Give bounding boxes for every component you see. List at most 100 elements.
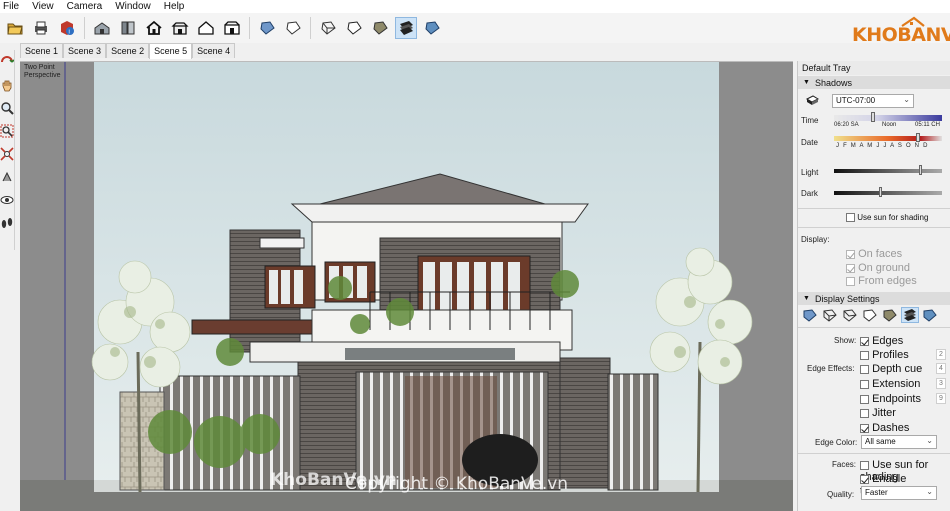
back-edges-style-icon[interactable] [282,17,304,39]
profiles-checkbox[interactable] [860,350,869,360]
menu-help[interactable]: Help [164,0,185,13]
jitter-row[interactable]: Jitter [860,407,896,419]
endpoints-row[interactable]: Endpoints [860,393,921,405]
profiles-width-field[interactable]: 2 [936,349,946,360]
dark-slider-thumb[interactable] [879,187,882,197]
divider [798,327,950,328]
chevron-down-icon: ⌄ [926,487,933,496]
on-faces-checkbox[interactable] [846,249,855,259]
home-icon[interactable] [143,17,165,39]
date-label: Date [801,138,818,147]
show-label: Show: [834,336,857,345]
position-camera-icon[interactable] [0,169,14,185]
quality-select[interactable]: Faster ⌄ [861,486,937,500]
hidden-line-style-icon[interactable] [862,308,878,322]
chevron-down-icon: ⌄ [903,95,910,104]
wireframe-style-icon[interactable] [842,308,858,322]
default-tray: Default Tray ▼ Shadows UTC-07:00 ⌄ Time … [797,61,950,511]
profiles-row[interactable]: Profiles [860,349,909,361]
zoom-icon[interactable] [0,100,14,116]
menu-view[interactable]: View [32,0,54,13]
tab-scene-5[interactable]: Scene 5 [149,43,193,59]
model-info-icon[interactable]: i [56,17,78,39]
depth-cue-checkbox[interactable] [860,364,869,374]
open-icon[interactable] [4,17,26,39]
menu-window[interactable]: Window [115,0,151,13]
walk-icon[interactable] [0,215,14,231]
dashes-checkbox[interactable] [860,423,869,433]
shadows-panel-header[interactable]: ▼ Shadows [798,76,950,89]
quality-value: Faster [865,488,888,497]
zoom-window-icon[interactable] [0,123,14,139]
quality-label: Quality: [827,490,855,499]
jitter-checkbox[interactable] [860,408,869,418]
xray-style-icon[interactable] [256,17,278,39]
use-sun-shadows-row[interactable]: Use sun for shading [846,213,929,223]
xray-style-icon[interactable] [802,308,818,322]
tab-scene-4[interactable]: Scene 4 [192,43,236,58]
faces-use-sun-checkbox[interactable] [860,460,869,470]
menu-file[interactable]: File [3,0,19,13]
shaded-style-icon[interactable] [882,308,898,322]
side-view-icon[interactable] [221,17,243,39]
menu-camera[interactable]: Camera [67,0,103,13]
dark-slider[interactable] [834,191,942,195]
look-around-icon[interactable] [0,192,14,208]
edge-color-value: All same [865,437,896,446]
date-slider[interactable] [834,136,942,141]
tab-scene-1[interactable]: Scene 1 [20,43,64,58]
textured-style-icon[interactable] [395,17,417,39]
from-edges-row[interactable]: From edges [846,275,917,287]
on-faces-row[interactable]: On faces [846,248,902,260]
light-slider-thumb[interactable] [919,165,922,175]
watermark-copyright: Copyright © KhoBanVe.vn [345,474,569,494]
timezone-select[interactable]: UTC-07:00 ⌄ [832,94,914,108]
endpoints-field[interactable]: 9 [936,393,946,404]
toolbar-separator [249,17,250,39]
extension-field[interactable]: 3 [936,378,946,389]
enable-transparency-checkbox[interactable] [860,474,869,484]
tab-scene-2[interactable]: Scene 2 [106,43,150,58]
shadows-toggle-icon[interactable] [805,95,820,107]
model-viewport[interactable]: Two Point Perspective KhoBanVe.vn Copyri… [20,61,793,511]
edges-row[interactable]: Edges [860,335,903,347]
hidden-line-style-icon[interactable] [343,17,365,39]
tab-scene-3[interactable]: Scene 3 [63,43,107,58]
orbit-icon[interactable] [0,54,14,70]
date-slider-thumb[interactable] [916,133,920,142]
zoom-extents-icon[interactable] [0,146,14,162]
depth-cue-row[interactable]: Depth cue [860,363,922,375]
house-outline-icon[interactable] [195,17,217,39]
textured-style-icon[interactable] [901,307,919,323]
use-sun-label: Use sun for shading [857,213,929,222]
use-sun-checkbox[interactable] [846,213,855,223]
on-ground-checkbox[interactable] [846,263,855,273]
edge-color-select[interactable]: All same ⌄ [861,435,937,449]
monochrome-style-icon[interactable] [922,308,938,322]
endpoints-checkbox[interactable] [860,394,869,404]
shaded-style-icon[interactable] [369,17,391,39]
time-slider[interactable] [834,115,942,121]
depth-cue-field[interactable]: 4 [936,363,946,374]
print-icon[interactable] [30,17,52,39]
dashes-row[interactable]: Dashes [860,422,909,434]
back-edges-style-icon[interactable] [822,308,838,322]
components-icon[interactable] [117,17,139,39]
edges-checkbox[interactable] [860,336,869,346]
pan-icon[interactable] [0,77,14,93]
extension-row[interactable]: Extension [860,378,920,390]
warehouse-icon[interactable] [91,17,113,39]
time-slider-thumb[interactable] [871,112,875,122]
extension-checkbox[interactable] [860,379,869,389]
camera-mode-line2: Perspective [24,72,61,79]
from-edges-checkbox[interactable] [846,276,855,286]
on-ground-row[interactable]: On ground [846,262,910,274]
front-view-icon[interactable] [169,17,191,39]
jitter-label: Jitter [872,407,896,419]
edges-label: Edges [872,335,904,347]
monochrome-style-icon[interactable] [421,17,443,39]
light-slider[interactable] [834,169,942,173]
display-settings-panel-header[interactable]: ▼ Display Settings [798,292,950,305]
profiles-label: Profiles [872,349,909,361]
wireframe-style-icon[interactable] [317,17,339,39]
